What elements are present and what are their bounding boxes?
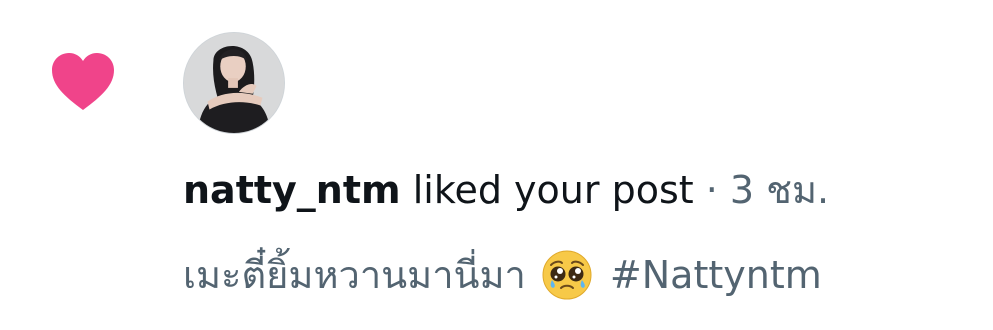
username-link[interactable]: natty_ntm (183, 168, 401, 212)
hashtag-link[interactable]: #Nattyntm (610, 249, 822, 301)
heart-icon (50, 52, 116, 112)
pleading-face-emoji-icon (542, 250, 592, 300)
avatar[interactable] (183, 32, 285, 134)
action-text: liked your post (412, 168, 694, 212)
notification-text: natty_ntm liked your post · 3 ชม. (183, 164, 829, 216)
like-notification[interactable]: natty_ntm liked your post · 3 ชม. เมะตี๋… (0, 0, 993, 330)
timestamp: 3 ชม. (729, 168, 830, 212)
separator-dot: · (705, 168, 718, 212)
post-text: เมะตี๋ยิ้มหวานมานี่มา (183, 253, 526, 297)
post-preview[interactable]: เมะตี๋ยิ้มหวานมานี่มา #Nattyntm (183, 249, 822, 301)
